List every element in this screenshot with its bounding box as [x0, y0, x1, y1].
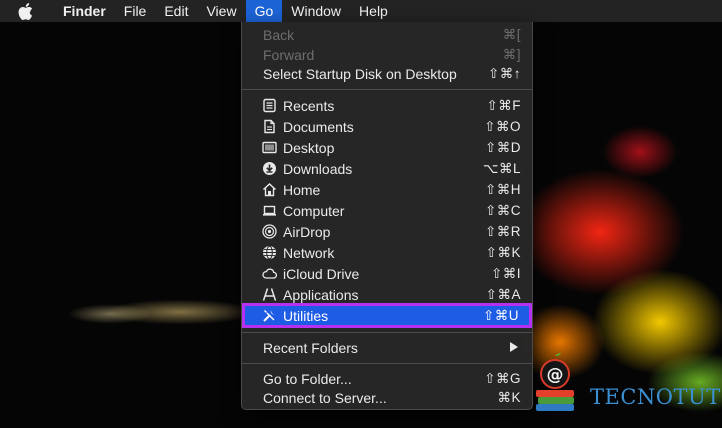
- shortcut: ⇧⌘K: [485, 244, 521, 260]
- menu-bar: Finder File Edit View Go Window Help: [0, 0, 722, 22]
- menu-item-utilities[interactable]: Utilities ⇧⌘U: [242, 303, 532, 328]
- menu-item-connect-to-server[interactable]: Connect to Server... ⌘K: [242, 387, 532, 408]
- menu-item-applications[interactable]: Applications ⇧⌘A: [242, 284, 532, 305]
- menu-item-computer[interactable]: Computer ⇧⌘C: [242, 200, 532, 221]
- menu-item-label: Computer: [283, 202, 345, 219]
- home-icon: [262, 182, 277, 197]
- menu-item-label: Utilities: [283, 307, 329, 324]
- menu-item-forward[interactable]: Forward ⌘]: [242, 44, 532, 65]
- menu-item-label: Desktop: [283, 139, 335, 156]
- menu-item-label: Recent Folders: [263, 339, 358, 356]
- menu-item-label: Back: [263, 26, 295, 43]
- menu-item-label: Network: [283, 244, 335, 261]
- menu-item-downloads[interactable]: Downloads ⌥⌘L: [242, 158, 532, 179]
- menu-item-label: Applications: [283, 286, 359, 303]
- shortcut: ⌥⌘L: [482, 160, 521, 176]
- tecnotuto-logo-icon: @: [536, 353, 574, 411]
- menu-item-label: Select Startup Disk on Desktop: [263, 65, 457, 82]
- menu-item-label: Forward: [263, 46, 315, 63]
- shortcut: ⇧⌘A: [485, 286, 521, 302]
- menu-separator: [242, 89, 532, 90]
- computer-icon: [263, 205, 276, 216]
- menubar-file[interactable]: File: [115, 0, 156, 22]
- watermark-text: TECNOTUTO: [590, 385, 722, 409]
- menu-item-label: Connect to Server...: [263, 389, 387, 406]
- menubar-help[interactable]: Help: [350, 0, 397, 22]
- shortcut: ⇧⌘C: [484, 202, 521, 218]
- menu-item-home[interactable]: Home ⇧⌘H: [242, 179, 532, 200]
- menu-item-go-to-folder[interactable]: Go to Folder... ⇧⌘G: [242, 368, 532, 389]
- svg-text:@: @: [547, 365, 564, 385]
- go-menu: Back ⌘[ Forward ⌘] Select Startup Disk o…: [241, 22, 533, 410]
- shortcut: ⇧⌘I: [490, 265, 521, 281]
- shortcut: ⌘K: [497, 389, 521, 405]
- menu-item-label: AirDrop: [283, 223, 331, 240]
- menu-item-label: iCloud Drive: [283, 265, 360, 282]
- documents-icon: [264, 119, 275, 134]
- utilities-icon: [263, 310, 275, 322]
- menubar-window[interactable]: Window: [282, 0, 350, 22]
- network-icon: [263, 245, 276, 260]
- applications-icon: [262, 288, 277, 301]
- menu-separator: [242, 332, 532, 333]
- menubar-app-finder[interactable]: Finder: [54, 0, 115, 22]
- menu-item-label: Recents: [283, 97, 335, 114]
- menu-item-icloud-drive[interactable]: iCloud Drive ⇧⌘I: [242, 263, 532, 284]
- desktop-icon: [262, 141, 277, 154]
- menu-item-desktop[interactable]: Desktop ⇧⌘D: [242, 137, 532, 158]
- shortcut: ⇧⌘G: [484, 370, 521, 386]
- menu-item-label: Downloads: [283, 160, 353, 177]
- shortcut: ⇧⌘D: [484, 139, 521, 155]
- menu-item-recent-folders[interactable]: Recent Folders: [242, 337, 532, 358]
- menu-item-label: Go to Folder...: [263, 370, 352, 387]
- shortcut: ⌘]: [502, 46, 521, 62]
- menubar-edit[interactable]: Edit: [155, 0, 197, 22]
- shortcut: ⇧⌘O: [484, 118, 521, 134]
- menu-item-recents[interactable]: Recents ⇧⌘F: [242, 95, 532, 116]
- icloud-icon: [262, 268, 277, 279]
- apple-menu-icon[interactable]: [18, 0, 34, 22]
- watermark: @ TECNOTUTO: [528, 352, 722, 422]
- menu-item-label: Documents: [283, 118, 354, 135]
- menubar-view[interactable]: View: [197, 0, 245, 22]
- downloads-icon: [263, 162, 276, 175]
- airdrop-icon: [262, 224, 277, 239]
- shortcut: ⇧⌘U: [482, 307, 519, 323]
- shortcut: ⇧⌘F: [486, 97, 521, 113]
- menu-item-back[interactable]: Back ⌘[: [242, 24, 532, 45]
- shortcut: ⇧⌘H: [484, 181, 521, 197]
- menu-item-airdrop[interactable]: AirDrop ⇧⌘R: [242, 221, 532, 242]
- menu-item-documents[interactable]: Documents ⇧⌘O: [242, 116, 532, 137]
- menu-separator: [242, 363, 532, 364]
- shortcut: ⌘[: [502, 26, 521, 42]
- shortcut: ⇧⌘R: [484, 223, 521, 239]
- menu-item-select-startup-disk[interactable]: Select Startup Disk on Desktop ⇧⌘↑: [242, 63, 532, 84]
- submenu-arrow-icon: [510, 342, 518, 352]
- menubar-go[interactable]: Go: [245, 0, 283, 22]
- menu-item-label: Home: [283, 181, 321, 198]
- recents-icon: [263, 98, 276, 113]
- shortcut: ⇧⌘↑: [487, 65, 521, 81]
- menu-item-network[interactable]: Network ⇧⌘K: [242, 242, 532, 263]
